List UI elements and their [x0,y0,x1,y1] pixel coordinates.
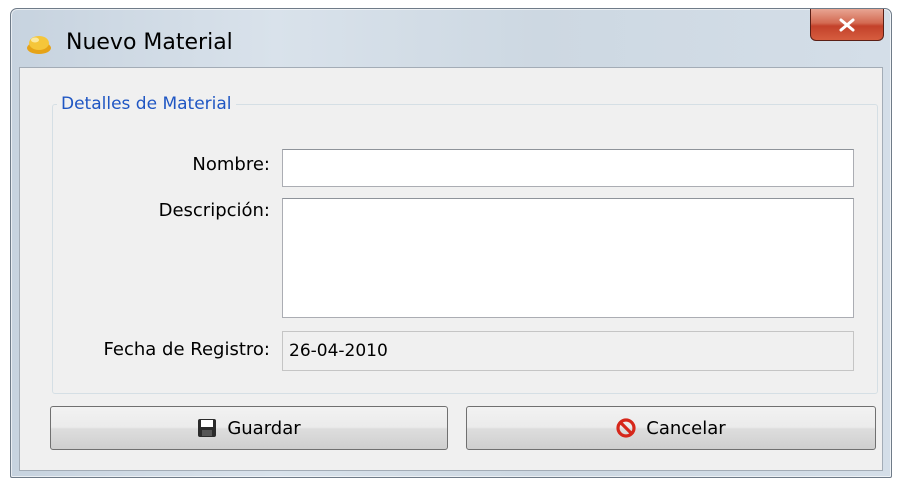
descripcion-label: Descripción: [158,200,270,221]
dialog-body: Detalles de Material Nombre: Descripción… [19,67,883,471]
save-button[interactable]: Guardar [50,406,448,450]
prohibited-icon [616,418,636,438]
app-icon [26,33,52,55]
close-button[interactable] [810,9,884,41]
close-icon [839,18,855,31]
save-button-label: Guardar [227,417,301,439]
descripcion-textarea[interactable] [282,198,854,318]
dialog-window: Nuevo Material Detalles de Material Nomb… [10,8,892,478]
title-bar[interactable]: Nuevo Material [11,9,891,67]
cancel-button-label: Cancelar [646,417,726,439]
fecha-label: Fecha de Registro: [103,339,270,360]
nombre-input[interactable] [282,149,854,187]
nombre-label: Nombre: [192,154,270,175]
cancel-button[interactable]: Cancelar [466,406,876,450]
window-title: Nuevo Material [66,30,233,55]
group-title: Detalles de Material [57,94,236,114]
floppy-disk-icon [197,418,217,438]
fecha-field [282,331,854,371]
